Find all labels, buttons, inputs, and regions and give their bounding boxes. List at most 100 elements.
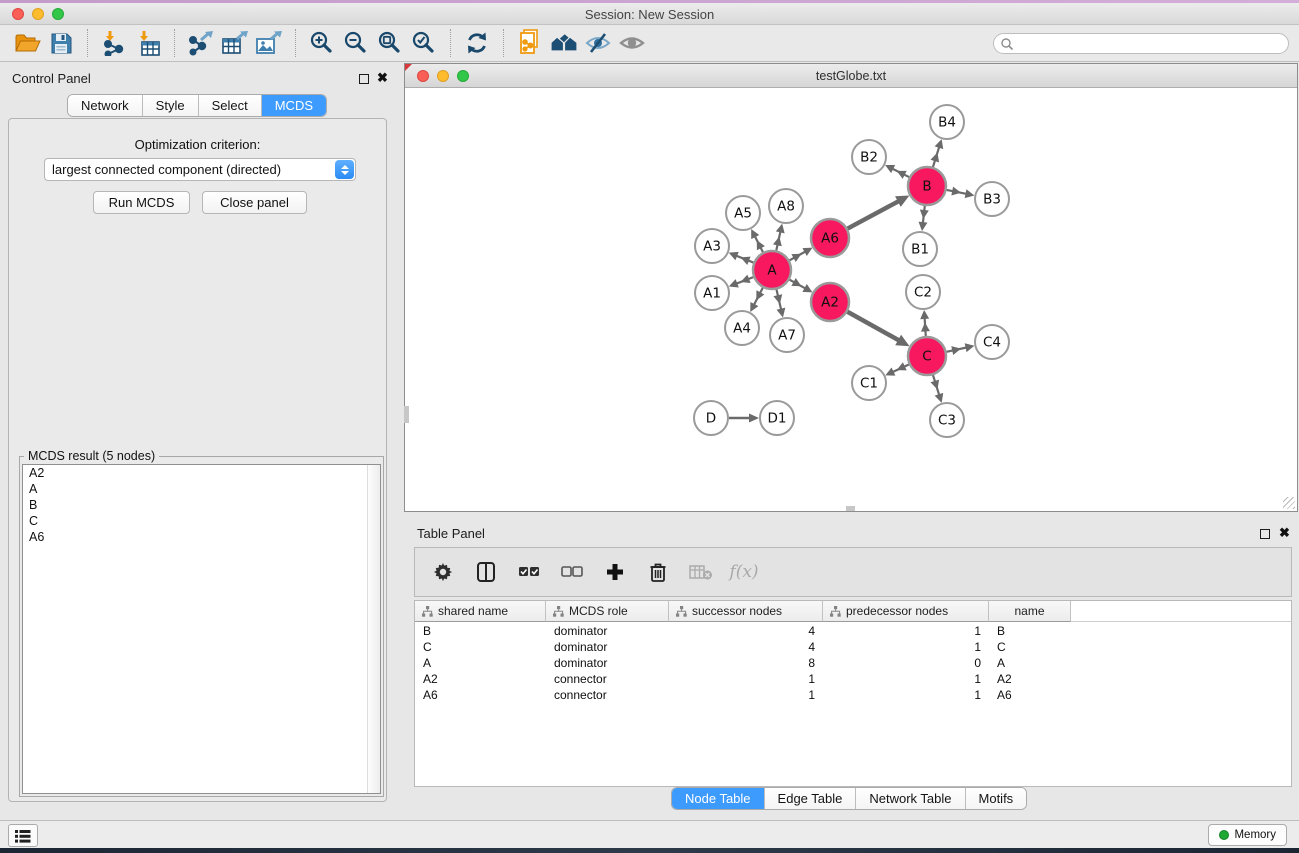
zoom-fit-button[interactable] [373, 28, 407, 58]
graph-node-C4[interactable]: C4 [975, 325, 1009, 359]
table-row-C[interactable]: Cdominator41C [415, 639, 1291, 655]
vertical-scrollbar-thumb[interactable] [404, 406, 409, 423]
graph-node-A8[interactable]: A8 [769, 189, 803, 223]
horizontal-scrollbar-thumb[interactable] [846, 506, 855, 511]
graph-node-A[interactable]: A [753, 251, 791, 289]
column-header-predecessor-nodes[interactable]: predecessor nodes [823, 601, 989, 622]
graph-node-C[interactable]: C [908, 337, 946, 375]
graph-node-B3[interactable]: B3 [975, 182, 1009, 216]
graph-node-A6[interactable]: A6 [811, 219, 849, 257]
save-session-button[interactable] [44, 28, 78, 58]
graph-node-C1[interactable]: C1 [852, 366, 886, 400]
open-session-button[interactable] [10, 28, 44, 58]
graph-node-B4[interactable]: B4 [930, 105, 964, 139]
function-builder-button[interactable]: f(x) [731, 557, 757, 587]
edge-A6-B[interactable] [848, 199, 904, 229]
delete-column-button[interactable] [645, 557, 671, 587]
zoom-selected-icon [411, 30, 437, 56]
tab-network-table[interactable]: Network Table [856, 788, 965, 809]
node-label: A4 [733, 321, 751, 337]
graph-node-C2[interactable]: C2 [906, 275, 940, 309]
tab-motifs[interactable]: Motifs [966, 788, 1027, 809]
unselect-all-button[interactable] [559, 557, 585, 587]
graph-node-A3[interactable]: A3 [695, 229, 729, 263]
import-table-button[interactable] [131, 28, 165, 58]
graph-node-B1[interactable]: B1 [903, 232, 937, 266]
graph-node-A4[interactable]: A4 [725, 311, 759, 345]
mcds-result-item[interactable]: A [23, 481, 380, 497]
scrollbar-track[interactable] [367, 465, 380, 793]
column-header-successor-nodes[interactable]: successor nodes [669, 601, 823, 622]
column-header-shared-name[interactable]: shared name [415, 601, 546, 622]
network-canvas[interactable]: B4 B2 B B3 A5 A8A6 B1 A3 A A1 C2 A2 A4 A7 C4 C C1 C3 D D1 [406, 89, 1296, 510]
column-header-MCDS-role[interactable]: MCDS role [546, 601, 669, 622]
float-panel-icon[interactable] [1260, 529, 1270, 539]
table-row-B[interactable]: Bdominator41B [415, 623, 1291, 639]
float-panel-icon[interactable] [359, 74, 369, 84]
add-column-button[interactable] [602, 557, 628, 587]
edge-arrow-B-B3 [965, 189, 975, 198]
table-cell: 1 [669, 671, 823, 687]
edge-arrow2-C-C2 [921, 322, 930, 331]
graph-node-D1[interactable]: D1 [760, 401, 794, 435]
table-row-A[interactable]: Adominator80A [415, 655, 1291, 671]
network-window-titlebar[interactable]: testGlobe.txt [405, 64, 1297, 88]
column-header-name[interactable]: name [989, 601, 1071, 622]
mcds-result-item[interactable]: A2 [23, 465, 380, 481]
graph-node-B[interactable]: B [908, 167, 946, 205]
export-image-button[interactable] [252, 28, 286, 58]
new-network-from-selection-button[interactable] [513, 28, 547, 58]
hide-selected-button[interactable] [581, 28, 615, 58]
zoom-selected-button[interactable] [407, 28, 441, 58]
zoom-in-button[interactable] [305, 28, 339, 58]
graph-node-B2[interactable]: B2 [852, 140, 886, 174]
graph-node-A2[interactable]: A2 [811, 283, 849, 321]
search-field[interactable] [993, 33, 1289, 54]
tab-node-table[interactable]: Node Table [672, 788, 765, 809]
table-row-A2[interactable]: A2connector11A2 [415, 671, 1291, 687]
window-resize-grip[interactable] [1283, 497, 1295, 509]
column-type-icon [676, 606, 687, 617]
graph-node-A1[interactable]: A1 [695, 276, 729, 310]
mcds-result-item[interactable]: B [23, 497, 380, 513]
memory-button[interactable]: Memory [1208, 824, 1287, 846]
graph-node-D[interactable]: D [694, 401, 728, 435]
show-columns-button[interactable] [473, 557, 499, 587]
show-all-button[interactable] [615, 28, 649, 58]
network-view-window: testGlobe.txt B4 B2 B B3 A5 A8A6 B1 A3 A A1 C2 A2 A4… [404, 63, 1298, 512]
first-neighbors-button[interactable] [547, 28, 581, 58]
table-row-A6[interactable]: A6connector11A6 [415, 687, 1291, 703]
mcds-result-item[interactable]: C [23, 513, 380, 529]
import-network-icon [101, 30, 127, 56]
optimization-criterion-select[interactable]: largest connected component (directed) [44, 158, 356, 181]
close-panel-icon[interactable]: ✖ [377, 73, 388, 83]
delete-table-button[interactable] [688, 557, 714, 587]
graph-node-C3[interactable]: C3 [930, 403, 964, 437]
export-network-button[interactable] [184, 28, 218, 58]
tab-network[interactable]: Network [68, 95, 143, 116]
search-input[interactable] [1014, 35, 1288, 52]
show-panels-button[interactable] [8, 824, 38, 847]
zoom-out-button[interactable] [339, 28, 373, 58]
close-panel-button[interactable]: Close panel [202, 191, 307, 214]
export-table-button[interactable] [218, 28, 252, 58]
select-all-button[interactable] [516, 557, 542, 587]
import-network-button[interactable] [97, 28, 131, 58]
mcds-result-item[interactable]: A6 [23, 529, 380, 545]
table-cell: B [415, 623, 546, 639]
graph-node-A5[interactable]: A5 [726, 196, 760, 230]
tab-select[interactable]: Select [199, 95, 262, 116]
tab-style[interactable]: Style [143, 95, 199, 116]
import-table-icon [135, 30, 161, 56]
table-settings-button[interactable] [430, 557, 456, 587]
tab-edge-table[interactable]: Edge Table [765, 788, 857, 809]
refresh-button[interactable] [460, 28, 494, 58]
close-panel-icon[interactable]: ✖ [1279, 528, 1290, 538]
tab-mcds[interactable]: MCDS [262, 95, 326, 116]
graph-node-A7[interactable]: A7 [770, 318, 804, 352]
edge-A2-C[interactable] [847, 312, 903, 343]
edge-arrow-B-B4 [935, 139, 944, 149]
table-cell: 1 [823, 623, 989, 639]
run-mcds-button[interactable]: Run MCDS [93, 191, 190, 214]
dropdown-value: largest connected component (directed) [45, 162, 335, 177]
